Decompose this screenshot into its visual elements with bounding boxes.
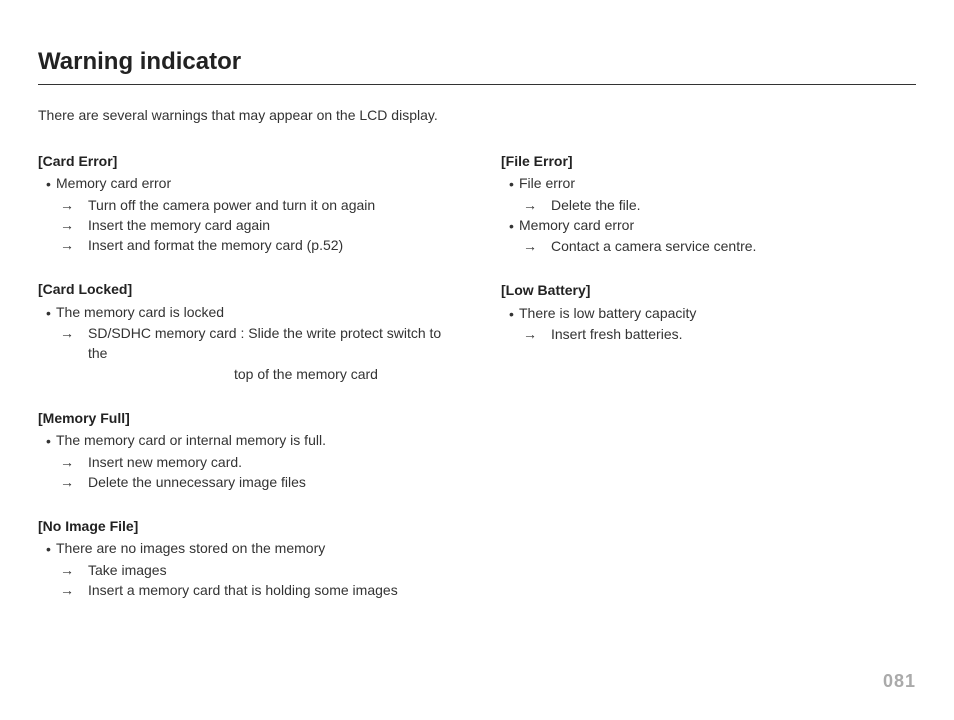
action-text: Insert fresh batteries. (551, 324, 916, 344)
arrow-icon: → (60, 323, 88, 364)
action-text: Turn off the camera power and turn it on… (88, 195, 453, 215)
bullet-item: • There are no images stored on the memo… (38, 538, 453, 559)
bullet-text: The memory card or internal memory is fu… (56, 430, 326, 451)
action-text: SD/SDHC memory card : Slide the write pr… (88, 323, 453, 364)
action-item: → Insert a memory card that is holding s… (38, 580, 453, 600)
bullet-icon: • (509, 303, 519, 324)
bullet-icon: • (46, 538, 56, 559)
action-item: → Delete the unnecessary image files (38, 472, 453, 492)
arrow-icon: → (60, 452, 88, 472)
action-continuation: top of the memory card (38, 364, 453, 384)
action-item: → Take images (38, 560, 453, 580)
section-heading: [Card Locked] (38, 279, 453, 299)
action-text: Delete the file. (551, 195, 916, 215)
section-heading: [Card Error] (38, 151, 453, 171)
arrow-icon: → (523, 236, 551, 256)
action-item: → Insert and format the memory card (p.5… (38, 235, 453, 255)
section-heading: [Low Battery] (501, 280, 916, 300)
page-number: 081 (883, 671, 916, 692)
section-low-battery: [Low Battery] • There is low battery cap… (501, 280, 916, 344)
section-heading: [File Error] (501, 151, 916, 171)
arrow-icon: → (523, 195, 551, 215)
bullet-item: • The memory card or internal memory is … (38, 430, 453, 451)
arrow-icon: → (60, 215, 88, 235)
section-file-error: [File Error] • File error → Delete the f… (501, 151, 916, 256)
bullet-item: • There is low battery capacity (501, 303, 916, 324)
action-text: Insert the memory card again (88, 215, 453, 235)
arrow-icon: → (60, 472, 88, 492)
action-text: Take images (88, 560, 453, 580)
action-item: → Turn off the camera power and turn it … (38, 195, 453, 215)
bullet-icon: • (46, 302, 56, 323)
page-title: Warning indicator (38, 48, 916, 85)
bullet-item: • The memory card is locked (38, 302, 453, 323)
action-item: → Insert fresh batteries. (501, 324, 916, 344)
bullet-icon: • (509, 215, 519, 236)
bullet-item: • Memory card error (501, 215, 916, 236)
arrow-icon: → (60, 195, 88, 215)
arrow-icon: → (523, 324, 551, 344)
action-item: → Insert new memory card. (38, 452, 453, 472)
arrow-icon: → (60, 235, 88, 255)
action-item: → Insert the memory card again (38, 215, 453, 235)
arrow-icon: → (60, 560, 88, 580)
action-item: → SD/SDHC memory card : Slide the write … (38, 323, 453, 364)
bullet-text: Memory card error (519, 215, 634, 236)
bullet-item: • File error (501, 173, 916, 194)
bullet-text: The memory card is locked (56, 302, 224, 323)
action-text: Delete the unnecessary image files (88, 472, 453, 492)
action-item: → Contact a camera service centre. (501, 236, 916, 256)
bullet-icon: • (46, 430, 56, 451)
arrow-icon: → (60, 580, 88, 600)
section-no-image: [No Image File] • There are no images st… (38, 516, 453, 600)
action-text: Contact a camera service centre. (551, 236, 916, 256)
section-heading: [Memory Full] (38, 408, 453, 428)
bullet-text: Memory card error (56, 173, 171, 194)
bullet-icon: • (46, 173, 56, 194)
content-columns: [Card Error] • Memory card error → Turn … (38, 151, 916, 624)
section-card-locked: [Card Locked] • The memory card is locke… (38, 279, 453, 383)
section-heading: [No Image File] (38, 516, 453, 536)
left-column: [Card Error] • Memory card error → Turn … (38, 151, 453, 624)
right-column: [File Error] • File error → Delete the f… (501, 151, 916, 624)
action-item: → Delete the file. (501, 195, 916, 215)
bullet-item: • Memory card error (38, 173, 453, 194)
action-text: Insert and format the memory card (p.52) (88, 235, 453, 255)
bullet-text: File error (519, 173, 575, 194)
action-text: Insert a memory card that is holding som… (88, 580, 453, 600)
section-card-error: [Card Error] • Memory card error → Turn … (38, 151, 453, 255)
action-text: Insert new memory card. (88, 452, 453, 472)
section-memory-full: [Memory Full] • The memory card or inter… (38, 408, 453, 492)
bullet-icon: • (509, 173, 519, 194)
intro-text: There are several warnings that may appe… (38, 107, 916, 123)
bullet-text: There are no images stored on the memory (56, 538, 325, 559)
bullet-text: There is low battery capacity (519, 303, 696, 324)
